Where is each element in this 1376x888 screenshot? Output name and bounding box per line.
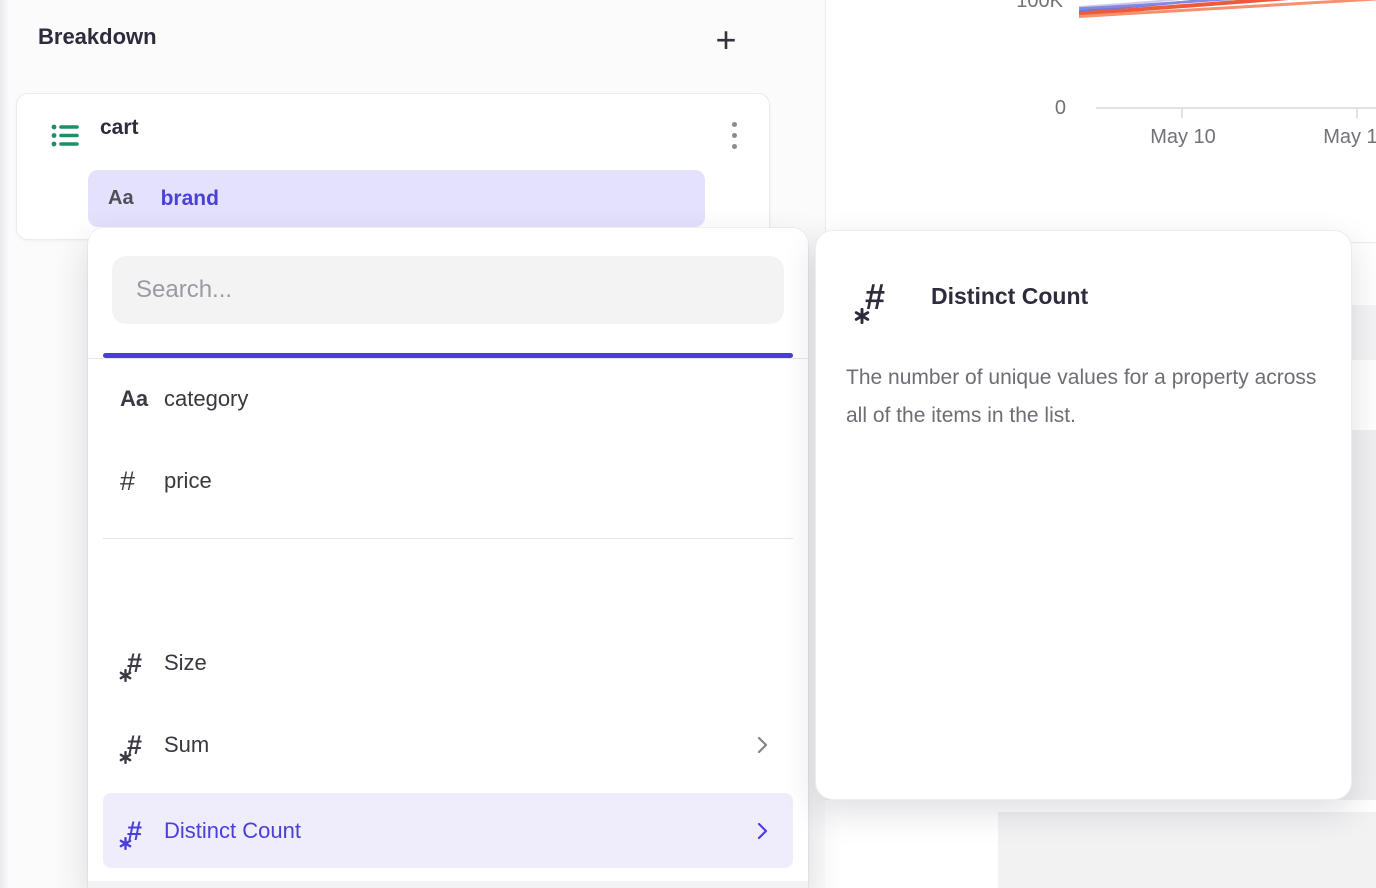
y-axis-tick-100k: 100K [1003,0,1063,13]
dropdown-item-category[interactable]: Aa category [103,366,793,432]
property-name: cart [100,116,139,140]
subproperty-name: brand [161,187,219,211]
kebab-dot [732,122,737,127]
dropdown-item-label: Sum [164,732,209,758]
dropdown-item-label: Size [164,650,207,676]
x-axis-line [1096,107,1376,109]
section-divider [103,538,793,539]
number-type-icon: # [120,466,135,497]
breakdown-section-title: Breakdown [38,24,157,50]
x-axis-label-may10: May 10 [1143,126,1223,149]
chevron-right-icon [757,736,768,754]
x-axis-label-may17: May 17 [1316,126,1376,149]
dropdown-item-sum[interactable]: # Sum [103,712,793,778]
x-axis-tickmark [1356,108,1358,118]
chart-panel: 100K 0 May 10 May 17 [825,0,1376,243]
dropdown-item-distinct-count[interactable]: # Distinct Count [103,793,793,868]
selected-subproperty-chip[interactable]: Aa brand [88,170,705,227]
computed-number-icon: # [120,728,152,762]
plus-icon: + [715,22,736,58]
line-chart-series [1079,0,1376,42]
breakdown-card-row[interactable]: cart [17,94,769,164]
computed-number-icon: # [120,646,152,680]
y-axis-tick-0: 0 [1006,97,1066,120]
computed-number-icon: # [120,814,152,848]
app-root: 100K 0 May 10 May 17 Breakdown + [0,0,1376,888]
bottom-right-panel [998,812,1376,888]
list-property-icon [50,121,79,150]
dropdown-item-size[interactable]: # Size [103,630,793,696]
dropdown-bottom-strip [88,881,808,888]
tabbar-border [88,358,808,359]
popover-title: Distinct Count [931,283,1088,310]
page-left-edge-shadow [0,0,9,888]
kebab-dot [732,144,737,149]
kebab-dot [732,133,737,138]
x-axis-tickmark [1181,108,1183,118]
computed-number-icon: # [856,275,898,321]
chevron-right-icon [757,822,768,840]
text-type-icon: Aa [120,386,148,412]
dropdown-item-price[interactable]: # price [103,448,793,514]
text-type-icon: Aa [108,187,134,210]
popover-description: The number of unique values for a proper… [846,359,1326,435]
dropdown-item-label: category [164,386,248,412]
card-overflow-menu-button[interactable] [717,118,751,152]
search-field [112,256,784,324]
search-input[interactable] [112,256,784,324]
dropdown-item-label: price [164,468,212,494]
add-breakdown-button[interactable]: + [704,18,748,62]
distinct-count-info-popover: # Distinct Count The number of unique va… [815,230,1352,800]
dropdown-item-label: Distinct Count [164,818,301,844]
property-select-dropdown: Aa category # price Computed # Size # [88,228,808,888]
